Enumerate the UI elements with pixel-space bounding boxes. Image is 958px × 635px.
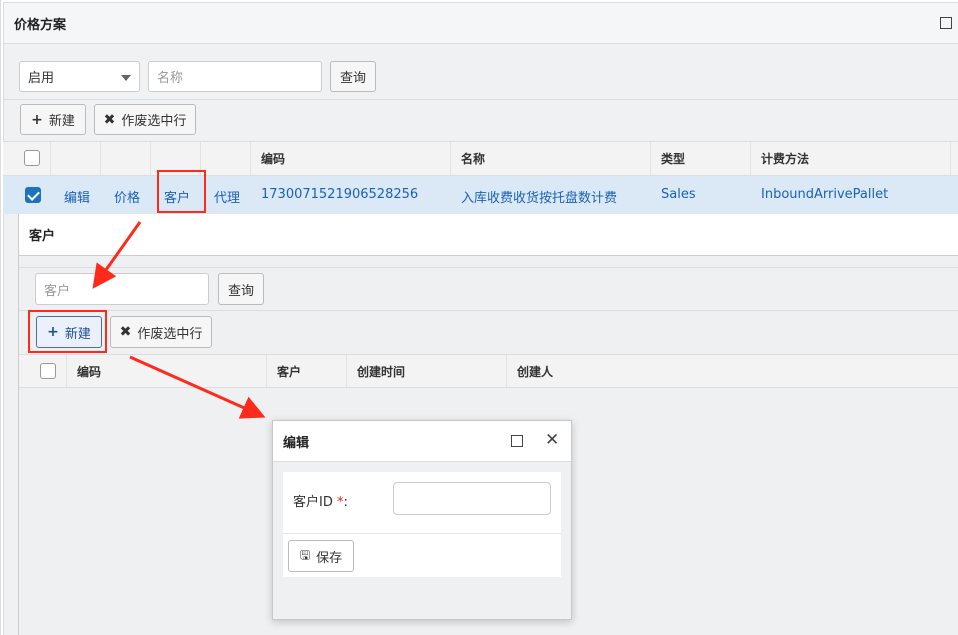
maximize-icon[interactable] [511,435,523,447]
edit-link[interactable]: 编辑 [64,187,90,206]
customer-query-label: 查询 [227,283,254,299]
status-select[interactable]: 启用 [19,61,140,92]
save-label: 保存 [316,550,343,566]
select-all-cell [19,355,67,387]
column-header-type[interactable]: 类型 [651,142,751,175]
divider [283,533,561,534]
name-search-input[interactable]: 名称 [148,61,322,92]
customer-dialog-header: 客户 [19,214,958,256]
grid-header: 编码 名称 类型 计费方法 [3,141,958,176]
save-button[interactable]: 🖫 保存 [288,540,354,572]
column-header-name[interactable]: 名称 [451,142,651,175]
customer-id-label: 客户ID *: [293,491,348,510]
row-name: 入库收费收货按托盘数计费 [461,191,618,206]
highlight-box [28,310,107,353]
divider [19,267,958,268]
edit-dialog-title: 编辑 [283,435,310,451]
action-col [51,142,101,175]
select-all-cell [3,142,51,175]
customer-search-input[interactable]: 客户 [35,273,209,305]
agent-link[interactable]: 代理 [214,187,240,206]
price-link[interactable]: 价格 [114,187,140,206]
column-header-code[interactable]: 编码 [251,142,451,175]
customer-void-button[interactable]: ✖ 作废选中行 [110,316,212,348]
query-label: 查询 [339,71,366,86]
action-col [101,142,151,175]
edit-dialog-header: 编辑 ✕ [273,421,571,462]
panel-title: 价格方案 [14,17,67,33]
field-label-text: 客户ID [293,495,333,510]
customer-select-all-checkbox[interactable] [40,363,56,379]
plus-icon: + [31,111,43,128]
new-label: 新建 [48,114,75,129]
chevron-down-icon [121,75,131,81]
action-col [201,142,251,175]
column-header-code[interactable]: 编码 [67,355,267,387]
label-colon: : [343,495,348,510]
customer-grid-header: 编码 客户 创建时间 创建人 [19,354,958,388]
highlight-box [157,170,206,213]
column-header-created-time[interactable]: 创建时间 [347,355,507,387]
column-header-creator[interactable]: 创建人 [507,355,707,387]
close-icon[interactable]: ✕ [545,430,559,450]
edit-form: 客户ID *: 🖫 保存 [283,472,561,577]
panel-header: 价格方案 [3,2,958,44]
row-code: 1730071521906528256 [261,187,419,202]
new-button[interactable]: + 新建 [20,104,86,135]
void-selected-button[interactable]: ✖ 作废选中行 [94,104,196,135]
customer-void-label: 作废选中行 [137,326,203,342]
status-select-value: 启用 [28,71,55,86]
customer-search-placeholder: 客户 [44,283,71,299]
void-label: 作废选中行 [121,114,187,129]
close-icon: ✖ [119,324,132,340]
customer-id-input[interactable] [393,482,551,515]
row-method: InboundArrivePallet [761,187,889,202]
customer-dialog-title: 客户 [29,229,56,244]
close-icon: ✖ [103,111,116,128]
floppy-disk-icon: 🖫 [299,547,311,562]
row-type: Sales [661,187,696,202]
select-all-checkbox[interactable] [24,150,40,166]
name-placeholder: 名称 [157,71,184,86]
customer-query-button[interactable]: 查询 [218,273,264,305]
row-checkbox[interactable] [25,187,41,203]
query-button[interactable]: 查询 [330,61,376,92]
column-header-customer[interactable]: 客户 [267,355,347,387]
divider [3,99,958,100]
maximize-icon[interactable] [940,17,952,29]
divider [19,310,958,311]
column-header-method[interactable]: 计费方法 [751,142,951,175]
edit-dialog: 编辑 ✕ 客户ID *: 🖫 保存 [272,420,572,620]
